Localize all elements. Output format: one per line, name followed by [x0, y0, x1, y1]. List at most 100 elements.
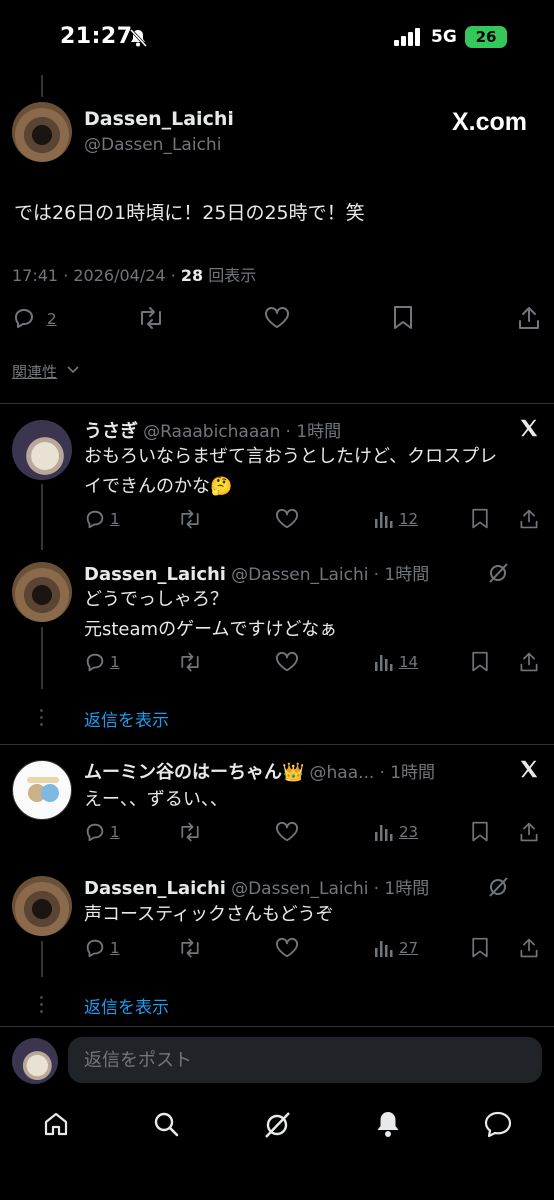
battery-icon: 26 — [465, 26, 507, 48]
reply-text-line: えー、、ずるい、、 — [84, 789, 228, 810]
reply-icon[interactable] — [84, 937, 106, 959]
reply-count[interactable]: 1 — [110, 939, 120, 957]
like-icon[interactable] — [275, 937, 299, 959]
messages-icon[interactable] — [483, 1110, 513, 1138]
sort-selector[interactable]: 関連性 — [12, 361, 57, 382]
repost-icon[interactable] — [178, 937, 202, 959]
notifications-icon[interactable] — [374, 1109, 402, 1139]
share-icon[interactable] — [517, 305, 541, 331]
show-replies-link[interactable]: 返信を表示 — [84, 706, 169, 731]
author-name[interactable]: うさぎ — [84, 421, 138, 442]
repost-icon[interactable] — [178, 651, 202, 673]
thread-dots — [40, 709, 43, 730]
bookmark-icon[interactable] — [470, 821, 490, 843]
repost-icon[interactable] — [178, 821, 202, 843]
bookmark-icon[interactable] — [470, 937, 490, 959]
views-count[interactable]: 12 — [399, 510, 418, 528]
reply-text-line: 声コースティックさんもどうぞ — [84, 904, 334, 925]
like-icon[interactable] — [264, 306, 290, 330]
bookmark-icon[interactable] — [470, 651, 490, 673]
thread-line — [41, 484, 43, 550]
views-count: 28 — [180, 266, 204, 285]
tweet-meta: 17:41 · 2026/04/24 · 28 回表示 — [12, 262, 256, 286]
reply-count[interactable]: 1 — [110, 653, 120, 671]
reply-count[interactable]: 2 — [47, 310, 57, 328]
reply-count[interactable]: 1 — [110, 823, 120, 841]
avatar[interactable] — [12, 562, 72, 622]
reply-icon[interactable] — [84, 508, 106, 530]
reply-text-line: どうでっしゃろ？ — [84, 589, 228, 610]
grok-icon[interactable] — [486, 875, 510, 899]
author-name[interactable]: Dassen_Laichi — [84, 564, 226, 585]
reply-input[interactable] — [68, 1037, 542, 1083]
reply-header: うさぎ @Raaabichaaan · 1時間 — [84, 417, 341, 443]
views-icon[interactable] — [374, 652, 394, 672]
battery-level: 26 — [475, 28, 497, 46]
thread-line — [41, 75, 43, 97]
reply-text: えー、、ずるい、、 — [84, 785, 228, 815]
reply-text-line: おもろいならまぜて言おうとしたけど、クロスプレ — [84, 446, 498, 467]
author-name[interactable]: ムーミン谷のはーちゃん👑 — [84, 762, 304, 783]
views-icon[interactable] — [374, 822, 394, 842]
sort-label: 関連性 — [12, 363, 58, 381]
reply-text: どうでっしゃろ？ 元steamのゲームですけどなぁ — [84, 585, 337, 645]
views-count[interactable]: 14 — [399, 653, 418, 671]
author-handle[interactable]: @haa... — [310, 763, 375, 783]
repost-icon[interactable] — [178, 508, 202, 530]
post-time[interactable]: · 1時間 — [374, 879, 430, 899]
reply-icon[interactable] — [84, 821, 106, 843]
author-name[interactable]: Dassen_Laichi — [84, 108, 234, 130]
thread-dots — [40, 996, 43, 1017]
bookmark-icon[interactable] — [392, 305, 414, 331]
search-icon[interactable] — [152, 1110, 180, 1138]
views-count[interactable]: 27 — [399, 939, 418, 957]
reply-count[interactable]: 1 — [110, 510, 120, 528]
grok-icon[interactable] — [262, 1110, 292, 1140]
author-handle[interactable]: @Dassen_Laichi — [231, 879, 368, 899]
author-handle[interactable]: @Dassen_Laichi — [84, 135, 221, 155]
bookmark-icon[interactable] — [470, 508, 490, 530]
author-handle[interactable]: @Raaabichaaan — [143, 422, 280, 442]
thread-line — [41, 941, 43, 977]
reply-icon[interactable] — [84, 651, 106, 673]
divider — [0, 1026, 554, 1027]
share-icon[interactable] — [518, 937, 540, 959]
signal-icon — [394, 28, 420, 46]
reply-text-line: 元steamのゲームですけどなぁ — [84, 619, 338, 640]
author-name[interactable]: Dassen_Laichi — [84, 878, 226, 899]
post-time[interactable]: · 1時間 — [374, 565, 430, 585]
avatar[interactable] — [12, 420, 72, 480]
avatar[interactable] — [12, 876, 72, 936]
reply-header: ムーミン谷のはーちゃん👑 @haa... · 1時間 — [84, 758, 435, 784]
home-icon[interactable] — [42, 1110, 70, 1138]
x-logo-icon — [520, 419, 538, 437]
tweet-text: では26日の1時頃に！25日の25時で！笑 — [14, 202, 365, 224]
avatar[interactable] — [12, 102, 72, 162]
avatar[interactable] — [12, 1038, 58, 1084]
share-icon[interactable] — [518, 508, 540, 530]
show-replies-link[interactable]: 返信を表示 — [84, 993, 169, 1018]
author-handle[interactable]: @Dassen_Laichi — [231, 565, 368, 585]
views-icon[interactable] — [374, 938, 394, 958]
status-time: 21:27 — [60, 24, 133, 49]
reply-text: おもろいならまぜて言おうとしたけど、クロスプレ イできんのかな🤔 — [84, 442, 497, 502]
like-icon[interactable] — [275, 508, 299, 530]
like-icon[interactable] — [275, 651, 299, 673]
share-icon[interactable] — [518, 821, 540, 843]
chevron-down-icon[interactable] — [66, 365, 80, 375]
avatar[interactable] — [12, 760, 72, 820]
grok-icon[interactable] — [486, 561, 510, 585]
repost-icon[interactable] — [137, 306, 165, 330]
reply-text-line: イできんのかな🤔 — [84, 476, 233, 497]
reply-icon[interactable] — [12, 306, 36, 330]
thread-line — [41, 627, 43, 689]
views-icon[interactable] — [374, 509, 394, 529]
views-count[interactable]: 23 — [399, 823, 418, 841]
post-time[interactable]: · 1時間 — [379, 763, 435, 783]
network-type: 5G — [431, 27, 457, 47]
tweet-timestamp[interactable]: 17:41 · 2026/04/24 · — [12, 266, 181, 285]
share-icon[interactable] — [518, 651, 540, 673]
x-logo-icon — [520, 760, 538, 778]
like-icon[interactable] — [275, 821, 299, 843]
post-time[interactable]: · 1時間 — [286, 422, 342, 442]
